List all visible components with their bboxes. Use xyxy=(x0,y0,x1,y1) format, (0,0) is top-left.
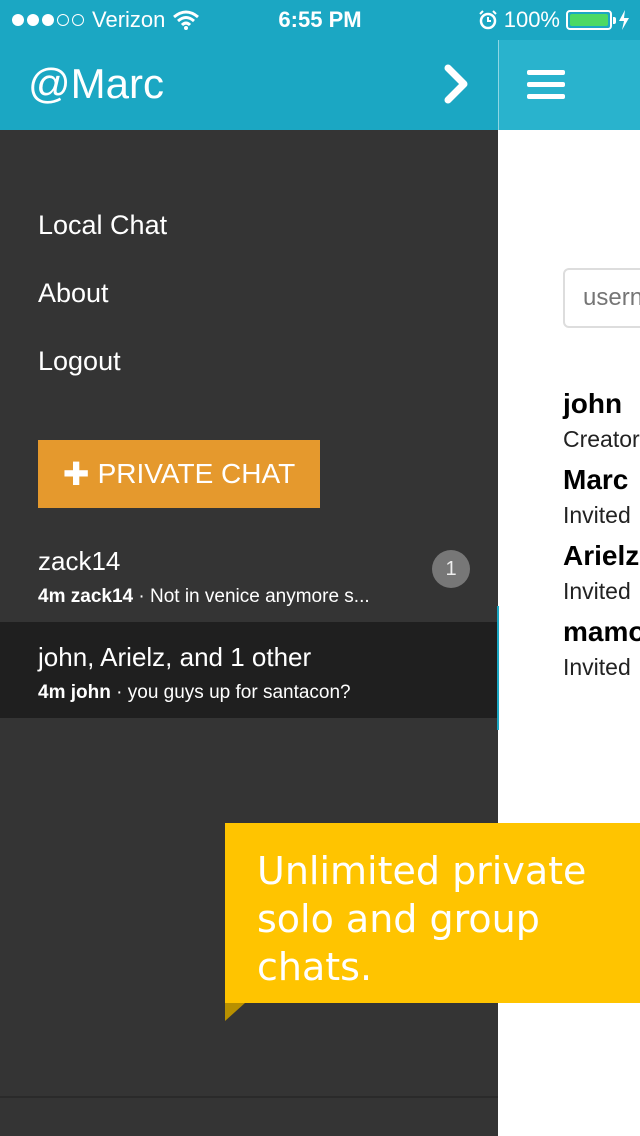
chat-name: john, Arielz, and 1 other xyxy=(38,642,312,672)
chat-preview: 4m zack14 · Not in venice anymore s... xyxy=(38,586,370,607)
chat-sender: zack14 xyxy=(70,586,134,607)
chat-row-zack14[interactable]: zack14 4m zack14 · Not in venice anymore… xyxy=(0,526,498,622)
username-input[interactable] xyxy=(563,268,640,328)
member-role: Creator xyxy=(563,426,640,452)
member-name: john xyxy=(563,388,623,419)
member-item: Marc Invited xyxy=(563,464,631,529)
chat-row-group[interactable]: john, Arielz, and 1 other 4m john · you … xyxy=(0,622,498,718)
drawer-header: @Marc xyxy=(0,40,498,130)
member-item: john Creator xyxy=(563,388,640,453)
alarm-icon xyxy=(479,10,497,30)
menu-item-local-chat[interactable]: Local Chat xyxy=(38,210,167,241)
private-chat-label: PRIVATE CHAT xyxy=(97,458,296,489)
battery-percent: 100% xyxy=(503,7,560,32)
status-right: 100% xyxy=(478,7,630,33)
chat-time: 4m xyxy=(38,682,66,703)
chevron-right-icon[interactable] xyxy=(440,62,474,106)
private-chat-button[interactable]: ✚ PRIVATE CHAT xyxy=(38,440,320,508)
unread-badge: 1 xyxy=(432,550,470,588)
main-header xyxy=(498,40,640,130)
promo-text: Unlimited private solo and group chats. xyxy=(257,849,587,989)
battery-fill xyxy=(570,14,608,26)
member-name: mamo xyxy=(563,616,640,647)
menu-item-about[interactable]: About xyxy=(38,278,109,309)
menu-item-logout[interactable]: Logout xyxy=(38,346,121,377)
callout-tail xyxy=(225,1003,245,1021)
drawer-footer-divider xyxy=(0,1096,498,1098)
status-bar: Verizon 6:55 PM 100% xyxy=(0,0,640,40)
member-item: mamo Invited xyxy=(563,616,640,681)
member-name: Arielz xyxy=(563,540,640,571)
hamburger-menu-icon[interactable] xyxy=(527,70,565,100)
charging-icon xyxy=(619,10,629,30)
member-item: Arielz Invited xyxy=(563,540,639,605)
panel-divider xyxy=(497,606,499,730)
plus-icon: ✚ xyxy=(62,456,90,492)
member-role: Invited xyxy=(563,502,631,528)
drawer-title: @Marc xyxy=(28,60,164,107)
chat-sender: john xyxy=(70,682,111,703)
battery-icon xyxy=(566,10,616,30)
chat-message: you guys up for santacon? xyxy=(127,682,351,703)
promo-callout: Unlimited private solo and group chats. xyxy=(225,823,640,1003)
member-role: Invited xyxy=(563,654,631,680)
chat-time: 4m xyxy=(38,586,66,607)
chat-preview: 4m john · you guys up for santacon? xyxy=(38,682,351,703)
member-role: Invited xyxy=(563,578,631,604)
chat-message: Not in venice anymore s... xyxy=(149,586,370,607)
chat-name: zack14 xyxy=(38,546,121,576)
member-name: Marc xyxy=(563,464,629,495)
